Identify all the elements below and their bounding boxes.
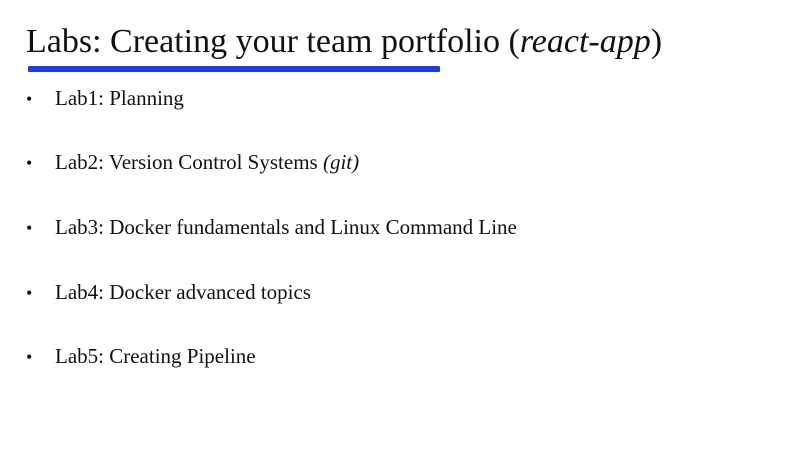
list-item-label: Lab3: Docker fundamentals and Linux Comm… xyxy=(55,215,517,239)
list-item-label: Lab4: Docker advanced topics xyxy=(55,280,311,304)
list-item-text: Lab1: Planning xyxy=(55,86,184,110)
bullet-dot-icon: • xyxy=(26,283,33,303)
list-item-text: Lab5: Creating Pipeline xyxy=(55,344,256,368)
bullet-dot-icon: • xyxy=(26,153,33,173)
slide-title-close: ) xyxy=(650,23,663,60)
list-item-italic: (git) xyxy=(322,150,360,174)
list-item: • Lab2: Version Control Systems (git) xyxy=(26,147,359,177)
bullet-dot-icon: • xyxy=(26,347,33,367)
list-item-text: Lab2: Version Control Systems (git) xyxy=(55,150,359,174)
bullet-dot-icon: • xyxy=(26,218,33,238)
list-item: • Lab4: Docker advanced topics xyxy=(26,277,311,307)
list-item-label: Lab2: Version Control Systems xyxy=(55,150,323,174)
bullet-dot-icon: • xyxy=(26,89,33,109)
list-item-text: Lab4: Docker advanced topics xyxy=(55,280,311,304)
list-item: • Lab5: Creating Pipeline xyxy=(26,341,256,371)
list-item-text: Lab3: Docker fundamentals and Linux Comm… xyxy=(55,215,517,239)
list-item: • Lab1: Planning xyxy=(26,83,184,113)
slide-title-italic: react-app xyxy=(519,23,651,60)
slide-title: Labs: Creating your team portfolio (reac… xyxy=(26,20,662,64)
slide: Labs: Creating your team portfolio (reac… xyxy=(0,0,800,450)
list-item: • Lab3: Docker fundamentals and Linux Com… xyxy=(26,212,517,242)
title-underline-bar xyxy=(28,66,440,72)
list-item-label: Lab1: Planning xyxy=(55,86,184,110)
list-item-label: Lab5: Creating Pipeline xyxy=(55,344,256,368)
slide-title-main: Labs: Creating your team portfolio ( xyxy=(26,23,520,60)
